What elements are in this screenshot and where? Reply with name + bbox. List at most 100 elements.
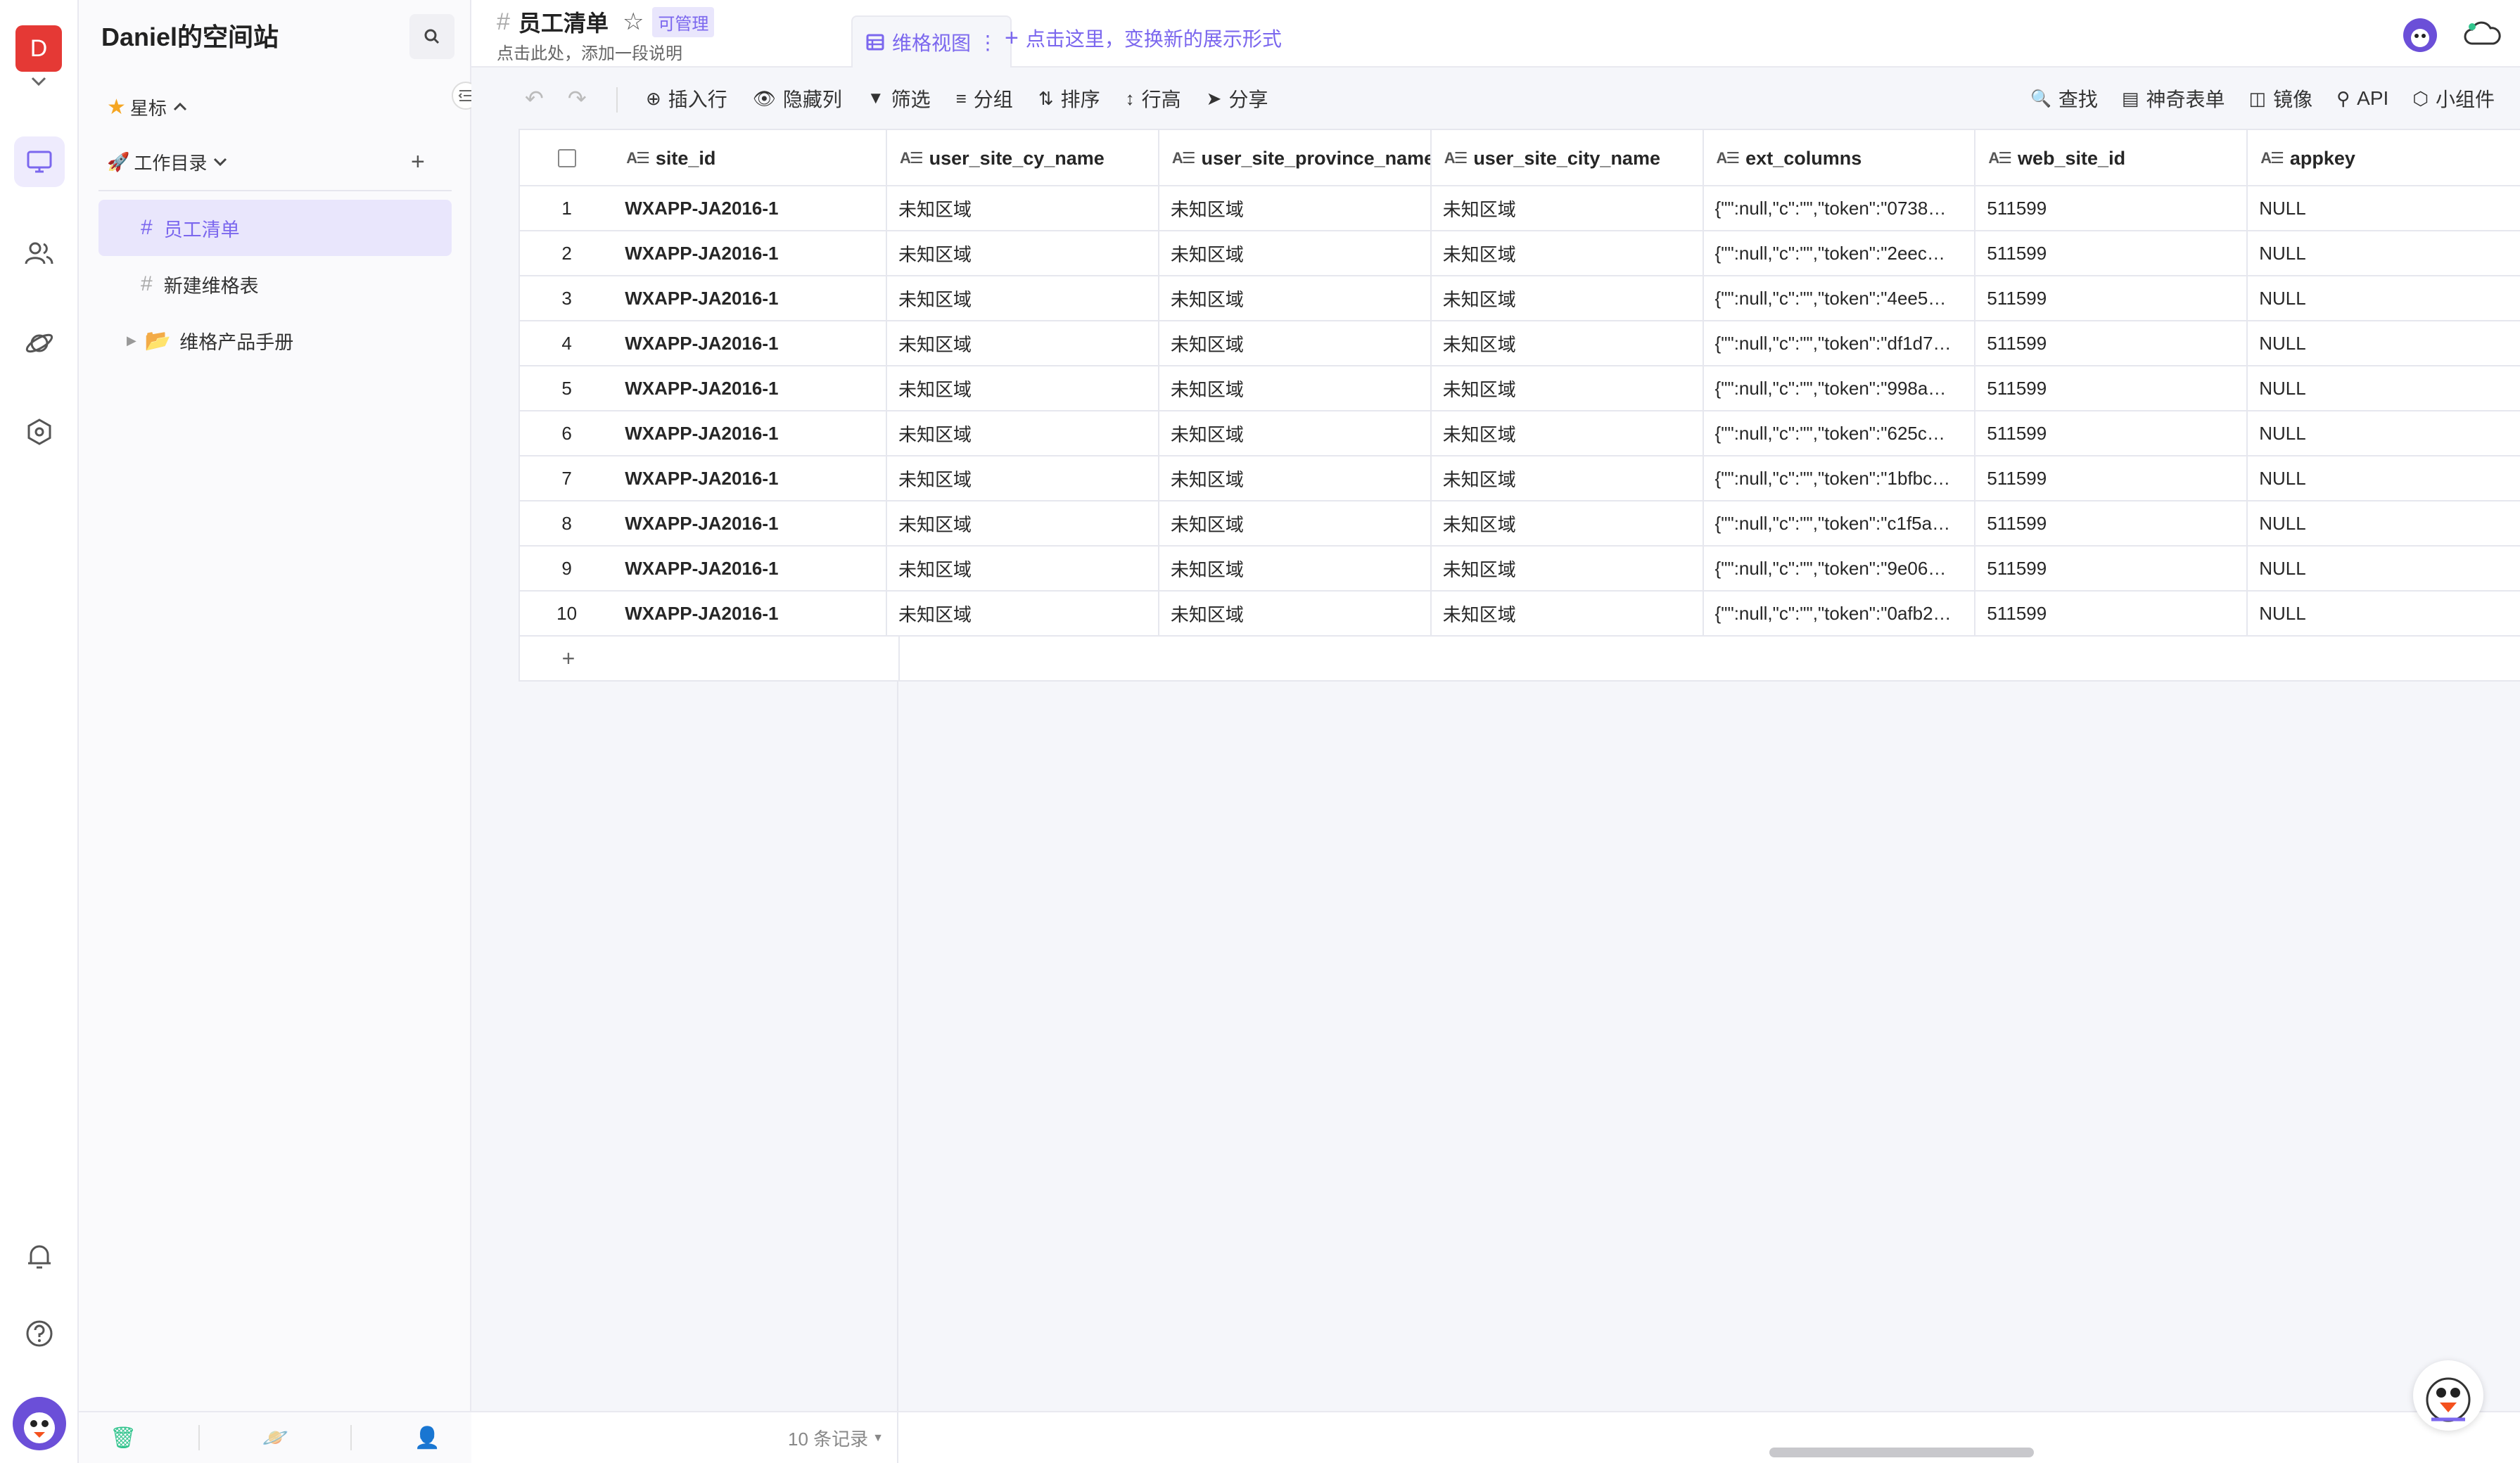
- sort-button[interactable]: ⇅ 排序: [1038, 68, 1100, 129]
- rail-settings-button[interactable]: [14, 407, 65, 457]
- table-row[interactable]: 9 WXAPP-JA2016-1 未知区域 未知区域 未知区域 {"":null,"c":…: [520, 547, 2520, 592]
- column-header[interactable]: A☰ user_site_city_name: [1432, 130, 1704, 186]
- undo-icon[interactable]: ↶: [525, 85, 544, 112]
- table-cell[interactable]: {"":null,"c":"","token":"9e06…: [1704, 547, 1976, 590]
- table-cell[interactable]: 未知区域: [887, 186, 1159, 230]
- page-title[interactable]: 员工清单: [518, 6, 609, 38]
- widgets-button[interactable]: ⬡ 小组件: [2412, 68, 2495, 129]
- sidebar-item-product-manual[interactable]: ▶ 📂 维格产品手册: [98, 312, 452, 369]
- cloud-sync-icon[interactable]: [2462, 20, 2502, 51]
- sidebar-item-new-sheet[interactable]: # 新建维格表: [98, 256, 452, 312]
- share-button[interactable]: ➤ 分享: [1207, 68, 1268, 129]
- magic-form-button[interactable]: ▤ 神奇表单: [2122, 68, 2225, 129]
- table-cell[interactable]: WXAPP-JA2016-1: [613, 411, 888, 455]
- insert-row-button[interactable]: ⊕ 插入行: [646, 68, 727, 129]
- table-cell[interactable]: 未知区域: [887, 547, 1159, 590]
- table-cell[interactable]: {"":null,"c":"","token":"1bfbc…: [1704, 456, 1976, 500]
- star-outline-icon[interactable]: ☆: [623, 8, 644, 36]
- table-cell[interactable]: WXAPP-JA2016-1: [613, 276, 888, 320]
- table-cell[interactable]: WXAPP-JA2016-1: [613, 321, 888, 365]
- table-cell[interactable]: 未知区域: [1432, 456, 1704, 500]
- rail-members-button[interactable]: [14, 228, 65, 279]
- table-cell[interactable]: 未知区域: [1159, 231, 1432, 275]
- table-cell[interactable]: 未知区域: [1159, 547, 1432, 590]
- user-avatar[interactable]: [13, 1397, 66, 1450]
- table-cell[interactable]: 未知区域: [887, 456, 1159, 500]
- table-cell[interactable]: {"":null,"c":"","token":"0738…: [1704, 186, 1976, 230]
- table-cell[interactable]: WXAPP-JA2016-1: [613, 501, 888, 545]
- table-cell[interactable]: 未知区域: [887, 411, 1159, 455]
- mirror-button[interactable]: ◫ 镜像: [2249, 68, 2313, 129]
- starred-section-toggle[interactable]: ★ 星标: [107, 86, 189, 128]
- table-cell[interactable]: {"":null,"c":"","token":"c1f5a…: [1704, 501, 1976, 545]
- table-cell[interactable]: 未知区域: [887, 366, 1159, 410]
- add-node-button[interactable]: +: [411, 148, 425, 176]
- table-cell[interactable]: {"":null,"c":"","token":"4ee5…: [1704, 276, 1976, 320]
- table-cell[interactable]: 511599: [1975, 321, 2248, 365]
- table-cell[interactable]: 未知区域: [1159, 321, 1432, 365]
- table-cell[interactable]: 未知区域: [887, 276, 1159, 320]
- table-cell[interactable]: 511599: [1975, 186, 2248, 230]
- table-cell[interactable]: 511599: [1975, 547, 2248, 590]
- workspace-avatar[interactable]: D: [15, 25, 62, 72]
- table-cell[interactable]: 未知区域: [1432, 547, 1704, 590]
- table-cell[interactable]: WXAPP-JA2016-1: [613, 547, 888, 590]
- table-cell[interactable]: NULL: [2248, 547, 2520, 590]
- column-header[interactable]: A☰ user_site_cy_name: [887, 130, 1159, 186]
- table-row[interactable]: 10 WXAPP-JA2016-1 未知区域 未知区域 未知区域 {"":null,"c"…: [520, 592, 2520, 637]
- redo-icon[interactable]: ↷: [568, 85, 587, 112]
- table-cell[interactable]: 未知区域: [1432, 321, 1704, 365]
- table-cell[interactable]: {"":null,"c":"","token":"2eec…: [1704, 231, 1976, 275]
- find-button[interactable]: 🔍 查找: [2030, 68, 2098, 129]
- table-cell[interactable]: WXAPP-JA2016-1: [613, 592, 888, 635]
- more-icon[interactable]: ⋮: [978, 31, 998, 54]
- column-header[interactable]: A☰ user_site_province_name: [1159, 130, 1432, 186]
- table-cell[interactable]: 未知区域: [887, 592, 1159, 635]
- table-cell[interactable]: NULL: [2248, 456, 2520, 500]
- table-cell[interactable]: 未知区域: [887, 501, 1159, 545]
- table-row[interactable]: 6 WXAPP-JA2016-1 未知区域 未知区域 未知区域 {"":null,"c":…: [520, 411, 2520, 456]
- table-cell[interactable]: NULL: [2248, 366, 2520, 410]
- table-cell[interactable]: {"":null,"c":"","token":"0afb2…: [1704, 592, 1976, 635]
- table-cell[interactable]: 未知区域: [1159, 276, 1432, 320]
- table-row[interactable]: 8 WXAPP-JA2016-1 未知区域 未知区域 未知区域 {"":null,"c":…: [520, 501, 2520, 547]
- table-cell[interactable]: {"":null,"c":"","token":"625c…: [1704, 411, 1976, 455]
- table-cell[interactable]: 未知区域: [887, 231, 1159, 275]
- add-view-button[interactable]: + 点击这里，变换新的展示形式: [1005, 24, 1282, 52]
- sidebar-item-employee-list[interactable]: # 员工清单: [98, 200, 452, 256]
- rail-notifications-button[interactable]: [14, 1231, 65, 1282]
- table-cell[interactable]: 511599: [1975, 411, 2248, 455]
- table-cell[interactable]: 511599: [1975, 231, 2248, 275]
- table-cell[interactable]: 未知区域: [1432, 231, 1704, 275]
- invite-member-icon[interactable]: 👤: [414, 1426, 440, 1450]
- table-cell[interactable]: 未知区域: [887, 321, 1159, 365]
- select-all-checkbox[interactable]: [520, 130, 613, 186]
- table-cell[interactable]: NULL: [2248, 276, 2520, 320]
- horizontal-scrollbar[interactable]: [1769, 1448, 2034, 1457]
- view-tab[interactable]: 维格视图 ⋮: [851, 15, 1012, 68]
- table-cell[interactable]: 未知区域: [1159, 456, 1432, 500]
- table-cell[interactable]: NULL: [2248, 231, 2520, 275]
- assistant-avatar-button[interactable]: [2413, 1360, 2483, 1431]
- column-header[interactable]: A☰ ext_columns: [1704, 130, 1976, 186]
- row-height-button[interactable]: ↕ 行高: [1126, 68, 1181, 129]
- search-button[interactable]: [409, 14, 454, 59]
- table-cell[interactable]: 未知区域: [1432, 276, 1704, 320]
- description-placeholder[interactable]: 点击此处，添加一段说明: [497, 39, 682, 64]
- column-header[interactable]: A☰ appkey: [2248, 130, 2520, 186]
- table-row[interactable]: 1 WXAPP-JA2016-1 未知区域 未知区域 未知区域 {"":null,"c":…: [520, 186, 2520, 231]
- table-cell[interactable]: WXAPP-JA2016-1: [613, 231, 888, 275]
- chevron-down-icon[interactable]: [28, 75, 49, 92]
- table-cell[interactable]: 未知区域: [1432, 501, 1704, 545]
- rail-help-button[interactable]: [14, 1308, 65, 1359]
- column-header[interactable]: A☰ web_site_id: [1975, 130, 2248, 186]
- api-button[interactable]: ⚲ API: [2336, 68, 2388, 129]
- table-row[interactable]: 5 WXAPP-JA2016-1 未知区域 未知区域 未知区域 {"":null,"c":…: [520, 366, 2520, 411]
- table-cell[interactable]: 511599: [1975, 501, 2248, 545]
- table-cell[interactable]: 未知区域: [1159, 501, 1432, 545]
- table-row[interactable]: 3 WXAPP-JA2016-1 未知区域 未知区域 未知区域 {"":null,"c":…: [520, 276, 2520, 321]
- table-cell[interactable]: 未知区域: [1159, 366, 1432, 410]
- filter-button[interactable]: ▼ 筛选: [867, 68, 931, 129]
- rail-workbench-button[interactable]: [14, 136, 65, 187]
- table-cell[interactable]: WXAPP-JA2016-1: [613, 456, 888, 500]
